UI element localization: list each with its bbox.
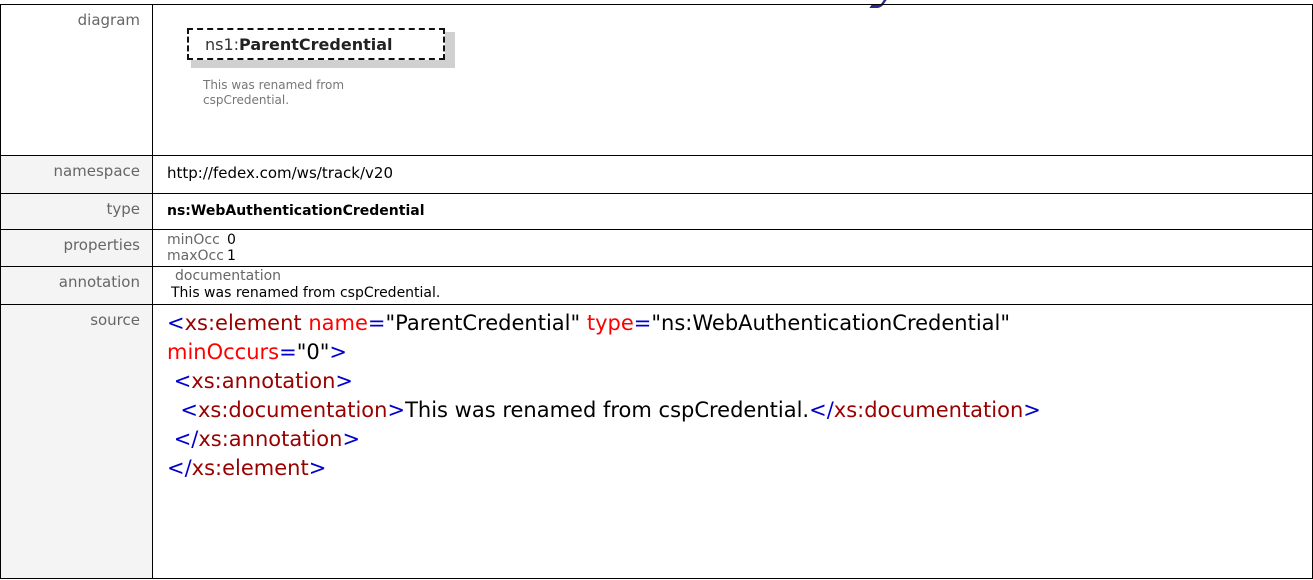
source-line-5: </xs:annotation> [173, 427, 361, 451]
source-line-3: <xs:annotation> [173, 369, 354, 393]
namespace-row: namespace http://fedex.com/ws/track/v20 [0, 155, 1313, 194]
properties-label: properties [0, 229, 153, 267]
diagram-prefix: ns1: [205, 35, 240, 54]
annotation-text: This was renamed from cspCredential. [171, 285, 441, 301]
source-label: source [0, 304, 153, 579]
source-line-4: <xs:documentation>This was renamed from … [180, 398, 1041, 422]
properties-row: properties minOcc 0 maxOcc 1 [0, 229, 1313, 267]
source-line-2: minOccurs="0"> [167, 340, 348, 364]
type-label: type [0, 193, 153, 230]
namespace-label: namespace [0, 155, 153, 194]
source-line-1: <xs:element name="ParentCredential" type… [167, 311, 1011, 335]
element-diagram[interactable]: ns1:ParentCredential [187, 28, 457, 78]
type-link[interactable]: ns:WebAuthenticationCredential [167, 194, 1312, 219]
element-properties-table: diagram ns1:ParentCredential This was re… [0, 4, 1313, 579]
namespace-value: http://fedex.com/ws/track/v20 [167, 164, 394, 182]
source-code: <xs:element name="ParentCredential" type… [167, 305, 1312, 483]
properties-grid: minOcc 0 maxOcc 1 [167, 230, 1312, 264]
diagram-note-line2: cspCredential. [203, 93, 290, 107]
property-key-minocc: minOcc [167, 232, 220, 248]
diagram-note-line1: This was renamed from [203, 78, 345, 92]
type-row: type ns:WebAuthenticationCredential [0, 193, 1313, 230]
source-row: source <xs:element name="ParentCredentia… [0, 304, 1313, 579]
source-line-6: </xs:element> [167, 456, 327, 480]
diagram-note: This was renamed from cspCredential. [203, 78, 403, 108]
diagram-name: ParentCredential [239, 35, 393, 54]
diagram-label: diagram [0, 4, 153, 156]
property-value-maxocc: 1 [227, 248, 236, 264]
diagram-row: diagram ns1:ParentCredential This was re… [0, 4, 1313, 156]
diagram-cell: ns1:ParentCredential This was renamed fr… [152, 4, 1313, 156]
optional-element-box: ns1:ParentCredential [187, 28, 445, 60]
annotation-heading: documentation [175, 268, 282, 284]
property-key-maxocc: maxOcc [167, 248, 224, 264]
annotation-row: annotation documentation This was rename… [0, 266, 1313, 305]
diagram-element-name: ns1:ParentCredential [205, 35, 393, 54]
annotation-label: annotation [0, 266, 153, 305]
property-value-minocc: 0 [227, 232, 236, 248]
